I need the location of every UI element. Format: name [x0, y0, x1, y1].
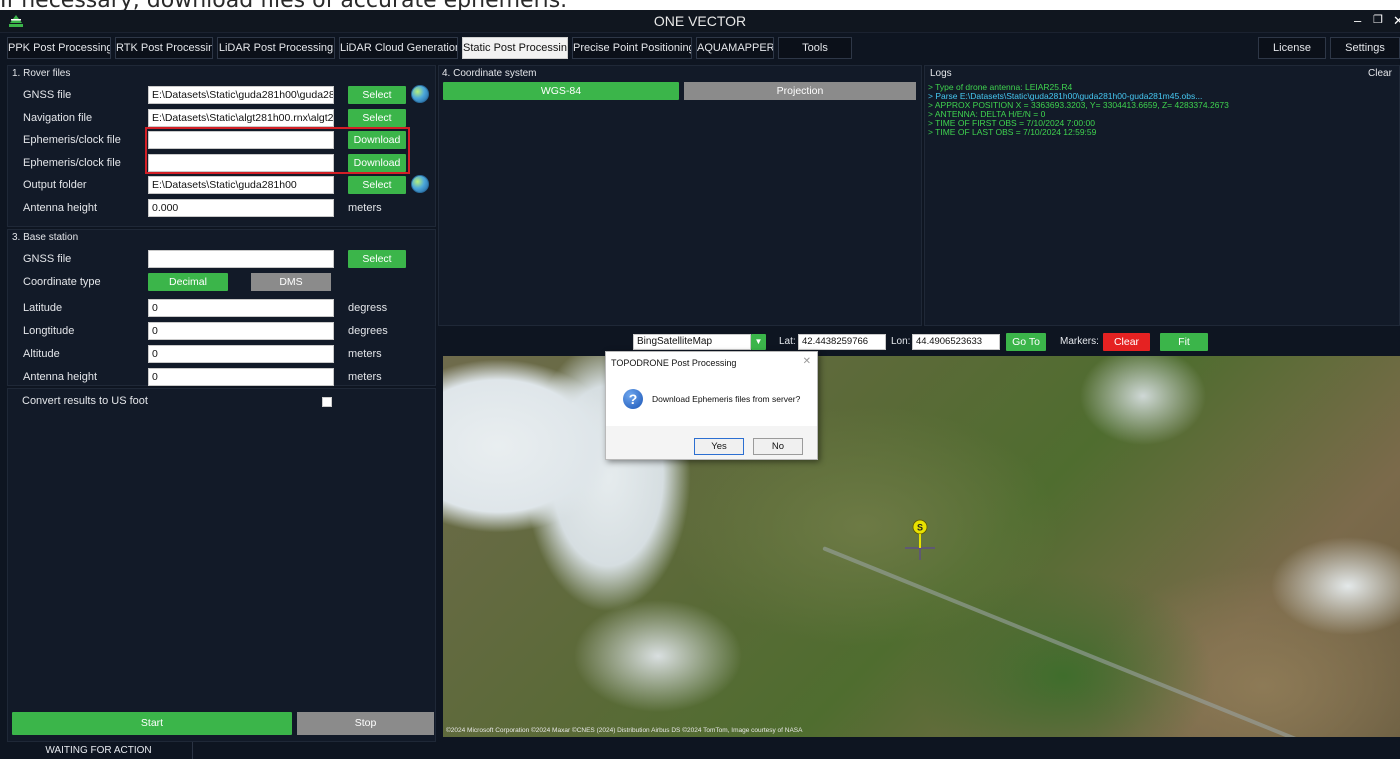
navigation-file-input[interactable]: E:\Datasets\Static\algt281h00.rnx\algt28…	[148, 109, 334, 127]
navigation-select-button[interactable]: Select	[348, 109, 406, 127]
tab-static-post-processing[interactable]: Static Post Processing	[462, 37, 568, 59]
map-attribution: ©2024 Microsoft Corporation ©2024 Maxar …	[446, 727, 803, 734]
rover-files-panel: 1. Rover files GNSS file E:\Datasets\Sta…	[7, 65, 436, 227]
map-lat-label: Lat:	[779, 336, 796, 347]
dialog-body: ? Download Ephemeris files from server?	[606, 374, 817, 426]
map-fit-button[interactable]: Fit	[1160, 333, 1208, 351]
instruction-caption-text: If necessary, download files of accurate…	[0, 0, 567, 10]
base-antenna-unit: meters	[348, 371, 382, 383]
map-lon-label: Lon:	[891, 336, 911, 347]
tab-precise-point-positioning[interactable]: Precise Point Positioning	[572, 37, 692, 59]
restore-icon[interactable]: ❐	[1373, 13, 1383, 26]
wgs84-button[interactable]: WGS-84	[443, 82, 679, 100]
tab-aquamapper[interactable]: AQUAMAPPER	[696, 37, 774, 59]
go-to-button[interactable]: Go To	[1006, 333, 1046, 351]
base-gnss-file-label: GNSS file	[23, 253, 72, 265]
options-panel: Convert results to US foot Start Stop	[7, 388, 436, 742]
gnss-file-input[interactable]: E:\Datasets\Static\guda281h00\guda281h0	[148, 86, 334, 104]
latitude-label: Latitude	[23, 302, 63, 314]
status-text: WAITING FOR ACTION	[5, 742, 193, 759]
map-river	[822, 546, 1306, 737]
markers-label: Markers:	[1060, 336, 1099, 347]
base-antenna-height-input[interactable]: 0	[148, 368, 334, 386]
globe-icon[interactable]	[411, 85, 429, 103]
log-list: > Type of drone antenna: LEIAR25.R4 > Par…	[928, 83, 1229, 137]
map-lon-input[interactable]: 44.4906523633	[912, 334, 1000, 350]
base-station-panel: 3. Base station GNSS file Select Coordin…	[7, 229, 436, 386]
app-window: ONE VECTOR – ❐ ✕ PPK Post Processing RTK…	[0, 10, 1400, 759]
dms-toggle[interactable]: DMS	[251, 273, 331, 291]
tab-bar: PPK Post Processing RTK Post Processing …	[0, 35, 1400, 61]
map-marker-icon[interactable]: S	[903, 518, 937, 562]
log-line: > TIME OF LAST OBS = 7/10/2024 12:59:59	[928, 127, 1097, 137]
rover-antenna-unit: meters	[348, 202, 382, 214]
decimal-toggle[interactable]: Decimal	[148, 273, 228, 291]
marker-label: S	[917, 523, 923, 533]
longitude-label: Longtitude	[23, 325, 75, 337]
title-bar: ONE VECTOR – ❐ ✕	[0, 10, 1400, 33]
map-toolbar: BingSatelliteMap ▼ Lat: 42.4438259766 Lo…	[438, 328, 1400, 355]
status-bar: WAITING FOR ACTION	[0, 742, 1400, 759]
latitude-input[interactable]: 0	[148, 299, 334, 317]
ephemeris-file-label-1: Ephemeris/clock file	[23, 134, 121, 146]
globe-icon[interactable]	[411, 175, 429, 193]
altitude-input[interactable]: 0	[148, 345, 334, 363]
dialog-yes-button[interactable]: Yes	[694, 438, 744, 455]
tab-lidar-cloud-generation[interactable]: LiDAR Cloud Generation	[339, 37, 458, 59]
output-select-button[interactable]: Select	[348, 176, 406, 194]
close-icon[interactable]: ✕	[1393, 13, 1400, 29]
map-clear-button[interactable]: Clear	[1103, 333, 1150, 351]
map-provider-select[interactable]: BingSatelliteMap	[633, 334, 751, 350]
altitude-label: Altitude	[23, 348, 60, 360]
output-folder-input[interactable]: E:\Datasets\Static\guda281h00	[148, 176, 334, 194]
rover-antenna-height-label: Antenna height	[23, 202, 98, 214]
base-gnss-file-input[interactable]	[148, 250, 334, 268]
satellite-map[interactable]: S ©2024 Microsoft Corporation ©2024 Maxa…	[443, 356, 1400, 737]
tab-tools[interactable]: Tools	[778, 37, 852, 59]
logs-clear-button[interactable]: Clear	[1368, 68, 1392, 79]
tab-lidar-post-processing[interactable]: LiDAR Post Processing	[217, 37, 335, 59]
coordinate-type-label: Coordinate type	[23, 276, 101, 288]
tab-rtk-post-processing[interactable]: RTK Post Processing	[115, 37, 213, 59]
gnss-select-button[interactable]: Select	[348, 86, 406, 104]
dialog-no-button[interactable]: No	[753, 438, 803, 455]
start-button[interactable]: Start	[12, 712, 292, 735]
download-ephemeris-dialog: TOPODRONE Post Processing ✕ ? Download E…	[605, 351, 818, 460]
dialog-message: Download Ephemeris files from server?	[652, 394, 801, 404]
ephemeris-file-label-2: Ephemeris/clock file	[23, 157, 121, 169]
map-lat-input[interactable]: 42.4438259766	[798, 334, 886, 350]
output-folder-label: Output folder	[23, 179, 87, 191]
latitude-unit: degress	[348, 302, 388, 314]
base-section-title: 3. Base station	[12, 232, 79, 243]
dialog-close-icon[interactable]: ✕	[803, 356, 811, 367]
stop-button[interactable]: Stop	[297, 712, 434, 735]
tab-ppk-post-processing[interactable]: PPK Post Processing	[7, 37, 111, 59]
dialog-title: TOPODRONE Post Processing	[606, 352, 817, 374]
license-button[interactable]: License	[1258, 37, 1326, 59]
longitude-input[interactable]: 0	[148, 322, 334, 340]
navigation-file-label: Navigation file	[23, 112, 93, 124]
rover-section-title: 1. Rover files	[12, 68, 71, 79]
base-antenna-height-label: Antenna height	[23, 371, 98, 383]
ephemeris-highlight-box	[145, 127, 410, 174]
minimize-icon[interactable]: –	[1354, 13, 1361, 28]
window-title: ONE VECTOR	[653, 13, 747, 29]
rover-antenna-height-input[interactable]: 0.000	[148, 199, 334, 217]
gnss-file-label: GNSS file	[23, 89, 72, 101]
logs-title: Logs	[930, 68, 952, 79]
base-select-button[interactable]: Select	[348, 250, 406, 268]
coordinate-section-title: 4. Coordinate system	[442, 68, 537, 79]
projection-button[interactable]: Projection	[684, 82, 916, 100]
convert-us-foot-label: Convert results to US foot	[22, 395, 148, 407]
chevron-down-icon[interactable]: ▼	[751, 334, 766, 350]
longitude-unit: degrees	[348, 325, 388, 337]
coordinate-system-panel: 4. Coordinate system WGS-84 Projection	[438, 65, 922, 326]
question-icon: ?	[623, 389, 643, 409]
logs-panel: Logs Clear > Type of drone antenna: LEIA…	[924, 65, 1400, 326]
settings-button[interactable]: Settings	[1330, 37, 1400, 59]
instruction-caption: If necessary, download files of accurate…	[0, 0, 1400, 10]
altitude-unit: meters	[348, 348, 382, 360]
convert-us-foot-checkbox[interactable]	[322, 397, 332, 407]
